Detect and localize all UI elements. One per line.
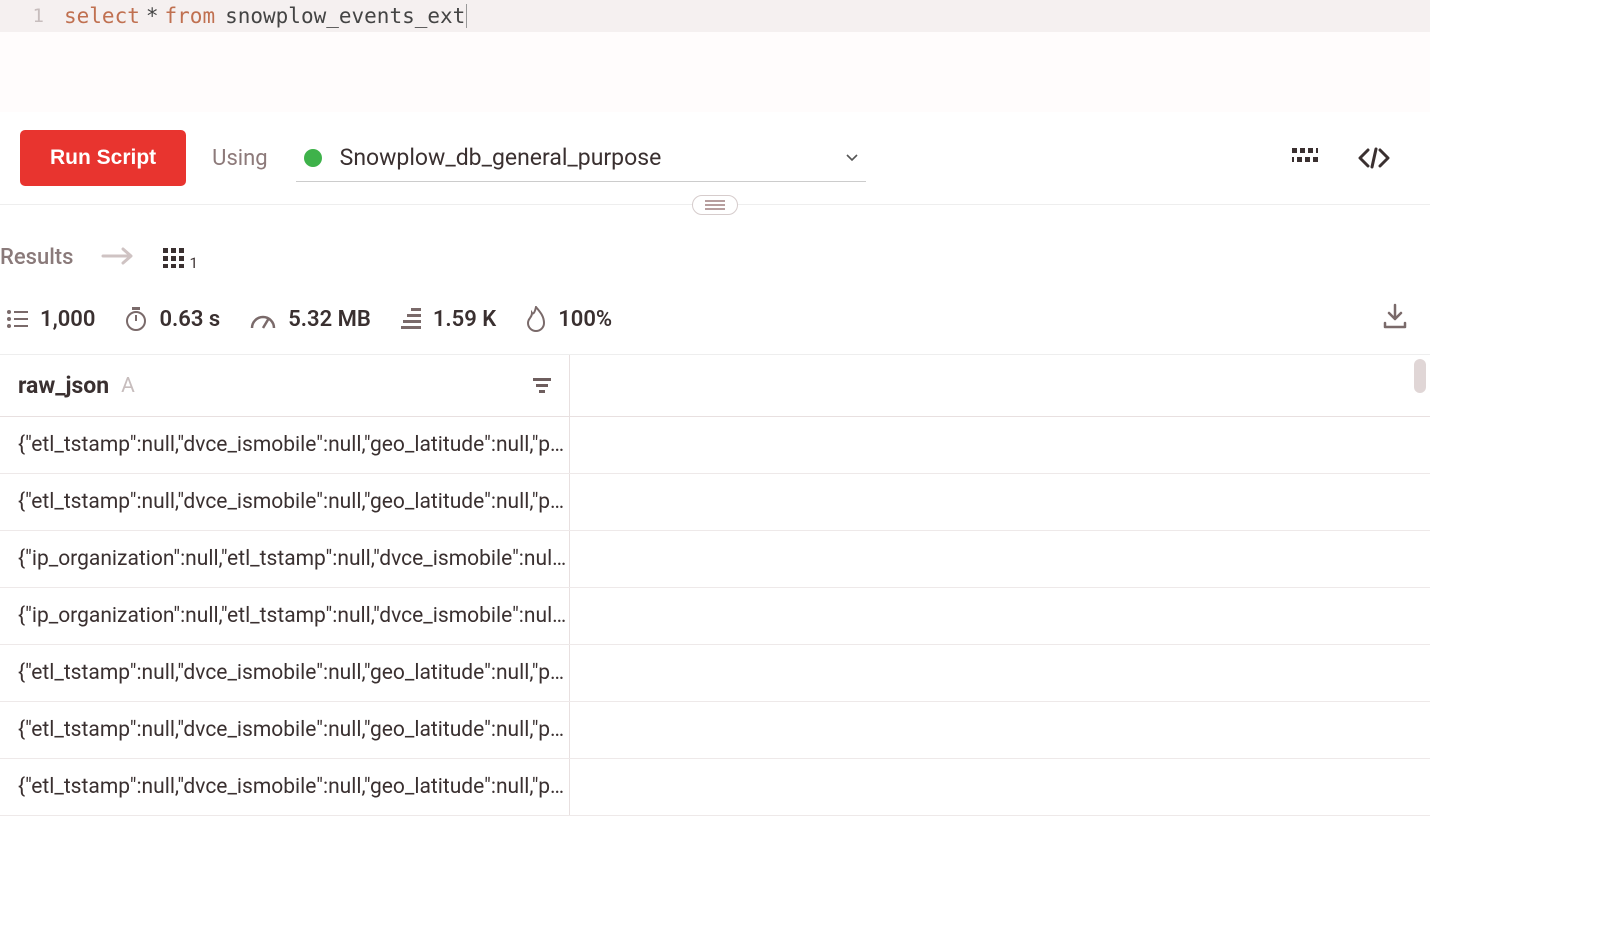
- cell-raw-json[interactable]: {"ip_organization":null,"etl_tstamp":nul…: [0, 588, 570, 644]
- stat-percent: 100%: [526, 306, 612, 332]
- operator-star: *: [146, 4, 159, 28]
- resize-handle[interactable]: [692, 195, 738, 215]
- result-tab-index: 1: [189, 254, 197, 272]
- results-label: Results: [0, 245, 73, 270]
- stat-duration: 0.63 s: [125, 307, 220, 332]
- drag-lines-icon: [705, 204, 725, 206]
- keyword-select: select: [64, 4, 140, 28]
- stat-rowcount-value: 1,000: [40, 307, 95, 332]
- table-row[interactable]: {"etl_tstamp":null,"dvce_ismobile":null,…: [0, 417, 1430, 474]
- cell-raw-json[interactable]: {"etl_tstamp":null,"dvce_ismobile":null,…: [0, 474, 570, 530]
- table-grid-icon: [163, 248, 185, 268]
- table-row[interactable]: {"etl_tstamp":null,"dvce_ismobile":null,…: [0, 759, 1430, 816]
- filter-icon: [533, 377, 551, 393]
- run-toolbar: Run Script Using Snowplow_db_general_pur…: [0, 112, 1430, 205]
- query-stats: 1,000 0.63 s 5.32 MB 1.59 K 100%: [0, 288, 1430, 354]
- stopwatch-icon: [125, 307, 147, 331]
- results-header: Results 1: [0, 205, 1430, 288]
- flame-icon: [526, 306, 546, 332]
- right-margin: [1430, 0, 1600, 935]
- line-number: 1: [0, 5, 64, 27]
- connection-name: Snowplow_db_general_purpose: [340, 144, 826, 171]
- keyword-from: from: [165, 4, 216, 28]
- code-line: select * from snowplow_events_ext: [64, 4, 467, 28]
- stat-size: 5.32 MB: [250, 307, 371, 332]
- cell-raw-json[interactable]: {"ip_organization":null,"etl_tstamp":nul…: [0, 531, 570, 587]
- identifier-table: snowplow_events_ext: [225, 4, 465, 28]
- stat-size-value: 5.32 MB: [288, 307, 371, 332]
- stat-rowcount: 1,000: [6, 307, 95, 332]
- editor-blank-area[interactable]: [0, 32, 1430, 112]
- stat-duration-value: 0.63 s: [159, 307, 220, 332]
- column-type-glyph: A: [121, 374, 135, 398]
- text-cursor: [466, 4, 467, 28]
- cell-raw-json[interactable]: {"etl_tstamp":null,"dvce_ismobile":null,…: [0, 759, 570, 815]
- results-table: raw_json A {"etl_tstamp":null,"dvce_ismo…: [0, 354, 1430, 816]
- rows-scanned-icon: [401, 308, 421, 330]
- table-row[interactable]: {"ip_organization":null,"etl_tstamp":nul…: [0, 531, 1430, 588]
- download-button[interactable]: [1382, 303, 1408, 335]
- table-row[interactable]: {"etl_tstamp":null,"dvce_ismobile":null,…: [0, 645, 1430, 702]
- table-row[interactable]: {"etl_tstamp":null,"dvce_ismobile":null,…: [0, 474, 1430, 531]
- chevron-down-icon: [846, 150, 858, 166]
- keyboard-icon[interactable]: [1292, 148, 1322, 168]
- using-label: Using: [212, 146, 267, 171]
- stat-percent-value: 100%: [558, 307, 612, 332]
- table-row[interactable]: {"etl_tstamp":null,"dvce_ismobile":null,…: [0, 702, 1430, 759]
- arrow-right-icon[interactable]: [101, 247, 135, 269]
- column-header-raw-json[interactable]: raw_json A: [0, 355, 570, 416]
- cell-raw-json[interactable]: {"etl_tstamp":null,"dvce_ismobile":null,…: [0, 417, 570, 473]
- cell-raw-json[interactable]: {"etl_tstamp":null,"dvce_ismobile":null,…: [0, 702, 570, 758]
- stat-scanned: 1.59 K: [401, 307, 496, 332]
- code-icon[interactable]: [1358, 147, 1390, 169]
- table-row[interactable]: {"ip_organization":null,"etl_tstamp":nul…: [0, 588, 1430, 645]
- vertical-scrollbar[interactable]: [1414, 359, 1426, 393]
- connection-select[interactable]: Snowplow_db_general_purpose: [296, 134, 866, 182]
- list-icon: [6, 309, 28, 329]
- cell-raw-json[interactable]: {"etl_tstamp":null,"dvce_ismobile":null,…: [0, 645, 570, 701]
- table-header-row: raw_json A: [0, 355, 1430, 417]
- gauge-icon: [250, 308, 276, 330]
- column-name: raw_json: [18, 372, 109, 399]
- run-script-button[interactable]: Run Script: [20, 130, 186, 186]
- column-filter-button[interactable]: [533, 372, 551, 399]
- result-tab-1[interactable]: 1: [163, 248, 197, 268]
- stat-scanned-value: 1.59 K: [433, 307, 496, 332]
- download-icon: [1382, 303, 1408, 329]
- sql-editor[interactable]: 1 select * from snowplow_events_ext: [0, 0, 1430, 32]
- status-dot-icon: [304, 149, 322, 167]
